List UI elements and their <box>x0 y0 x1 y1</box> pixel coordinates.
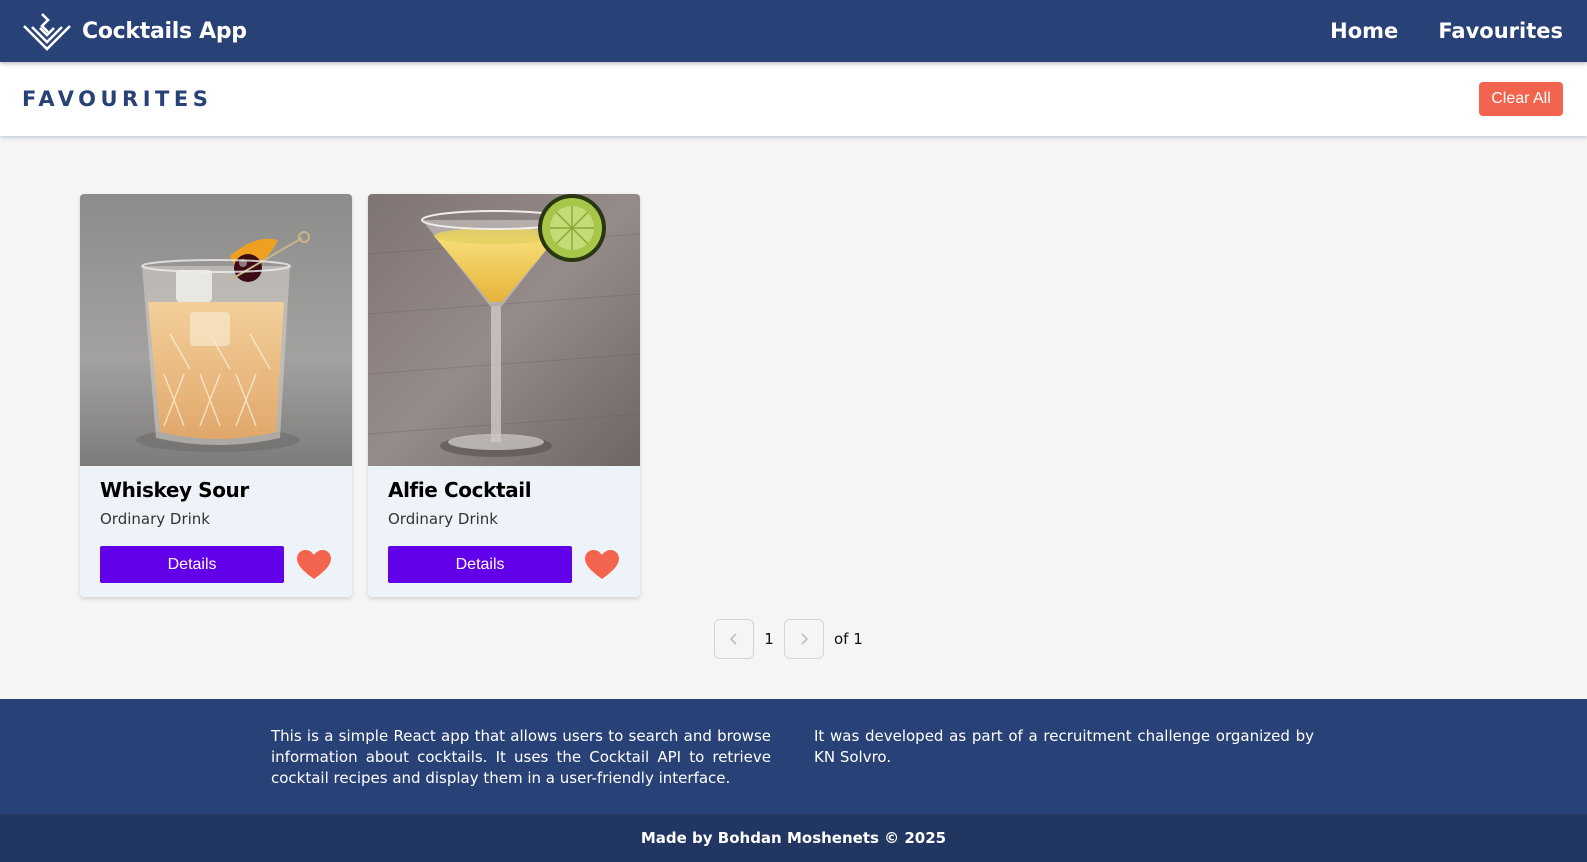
card-body: Whiskey Sour Ordinary Drink Details <box>80 466 352 583</box>
details-button[interactable]: Details <box>388 546 573 583</box>
brand[interactable]: Cocktails App <box>22 11 247 51</box>
cocktail-card-alfie-cocktail: Alfie Cocktail Ordinary Drink Details <box>368 194 640 597</box>
whiskey-sour-image <box>80 194 352 466</box>
footer: This is a simple React app that allows u… <box>0 699 1587 814</box>
nav-favourites-link[interactable]: Favourites <box>1438 19 1563 43</box>
current-page: 1 <box>764 630 774 648</box>
chevron-left-icon[interactable] <box>714 619 754 659</box>
total-pages: of 1 <box>834 630 863 648</box>
page-header: FAVOURITES Clear All <box>0 62 1587 136</box>
card-actions: Details <box>388 546 620 583</box>
app-title: Cocktails App <box>82 18 247 44</box>
clear-all-button[interactable]: Clear All <box>1479 82 1563 116</box>
footer-challenge-text: It was developed as part of a recruitmen… <box>814 727 1314 766</box>
heart-icon[interactable] <box>584 548 620 582</box>
cocktails-logo-icon <box>23 13 71 51</box>
page-title: FAVOURITES <box>22 87 213 111</box>
cocktail-category: Ordinary Drink <box>388 510 498 528</box>
heart-icon[interactable] <box>296 548 332 582</box>
details-button[interactable]: Details <box>100 546 285 583</box>
card-actions: Details <box>100 546 332 583</box>
footer-about-text: This is a simple React app that allows u… <box>271 727 771 787</box>
nav-links: Home Favourites <box>1330 19 1563 43</box>
top-navbar: Cocktails App Home Favourites <box>0 0 1587 62</box>
cocktail-card-whiskey-sour: Whiskey Sour Ordinary Drink Details <box>80 194 352 597</box>
chevron-right-icon[interactable] <box>784 619 824 659</box>
pagination: 1 of 1 <box>714 619 863 659</box>
cocktail-name: Whiskey Sour <box>100 478 249 502</box>
card-body: Alfie Cocktail Ordinary Drink Details <box>368 466 640 583</box>
footer-credit: Made by Bohdan Moshenets © 2025 <box>0 814 1587 862</box>
nav-home-link[interactable]: Home <box>1330 19 1398 43</box>
cocktail-name: Alfie Cocktail <box>388 478 532 502</box>
cocktail-category: Ordinary Drink <box>100 510 210 528</box>
alfie-cocktail-image <box>368 194 640 466</box>
